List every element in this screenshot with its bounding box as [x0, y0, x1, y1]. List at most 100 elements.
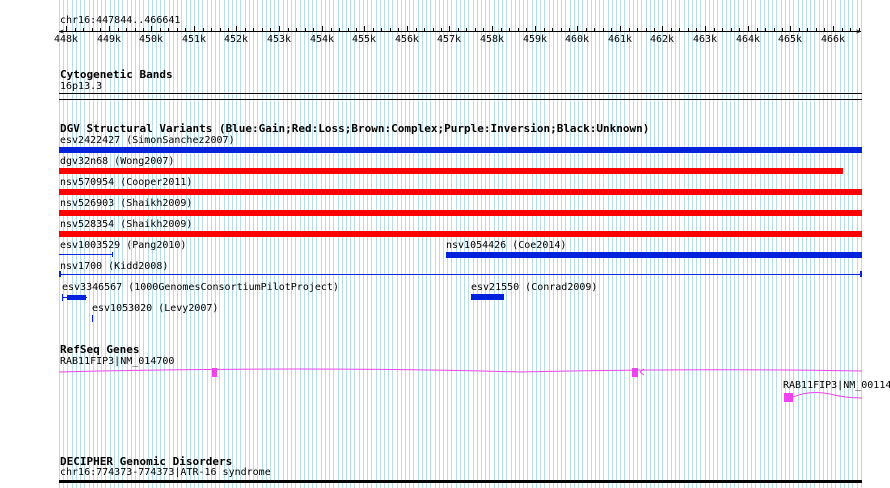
- grid-line: [785, 0, 786, 488]
- ruler-minor-tick: [561, 28, 562, 32]
- ruler-minor-tick: [296, 28, 297, 32]
- grid-line: [810, 0, 811, 488]
- grid-line: [827, 0, 828, 488]
- grid-line: [253, 0, 254, 488]
- grid-line: [823, 0, 824, 488]
- variant-bar-end: [112, 252, 113, 257]
- variant-label[interactable]: esv2422427 (SimonSanchez2007): [60, 135, 235, 147]
- ruler-tick-label: 465k: [777, 34, 803, 45]
- grid-line: [300, 0, 301, 488]
- ruler-tick-label: 448k: [53, 34, 79, 45]
- grid-line: [418, 0, 419, 488]
- ruler-tick: [705, 26, 706, 32]
- ruler-minor-tick: [850, 28, 851, 32]
- variant-bar-gain[interactable]: [92, 315, 93, 322]
- ruler-minor-tick: [458, 28, 459, 32]
- grid-line: [789, 0, 790, 488]
- variant-bar-loss[interactable]: [59, 168, 843, 174]
- variant-bar-loss[interactable]: [59, 231, 862, 237]
- grid-line: [591, 0, 592, 488]
- ruler-tick-label: 459k: [522, 34, 548, 45]
- ruler-tick: [151, 26, 152, 32]
- grid-line: [835, 0, 836, 488]
- ruler-minor-tick: [262, 28, 263, 32]
- ruler-tick-label: 450k: [138, 34, 164, 45]
- grid-line: [346, 0, 347, 488]
- cytoband-track-title[interactable]: Cytogenetic Bands: [60, 68, 173, 81]
- grid-line: [219, 0, 220, 488]
- variant-bar-loss[interactable]: [59, 189, 862, 195]
- grid-line: [236, 0, 237, 488]
- ruler-minor-tick: [433, 28, 434, 32]
- ruler-tick-label: 451k: [181, 34, 207, 45]
- ruler-minor-tick: [373, 28, 374, 32]
- variant-bar-gain[interactable]: [446, 252, 862, 258]
- ruler-minor-tick: [526, 28, 527, 32]
- grid-line: [675, 0, 676, 488]
- variant-label[interactable]: nsv1054426 (Coe2014): [446, 240, 566, 252]
- variant-label[interactable]: esv1053020 (Levy2007): [92, 303, 218, 315]
- grid-line: [747, 0, 748, 488]
- grid-line: [397, 0, 398, 488]
- ruler-minor-tick: [143, 28, 144, 32]
- ruler-minor-tick: [679, 28, 680, 32]
- cytoband-top-line: [59, 93, 862, 94]
- grid-line: [245, 0, 246, 488]
- variant-label[interactable]: nsv570954 (Cooper2011): [60, 177, 192, 189]
- refseq-track-title[interactable]: RefSeq Genes: [60, 343, 139, 356]
- variant-label[interactable]: esv1003529 (Pang2010): [60, 240, 186, 252]
- grid-line: [257, 0, 258, 488]
- variant-label[interactable]: nsv526903 (Shaikh2009): [60, 198, 192, 210]
- decipher-entry-label[interactable]: chr16:774373-774373|ATR-16 syndrome: [60, 467, 271, 479]
- variant-bar-gain[interactable]: [471, 294, 504, 300]
- ruler-minor-tick: [654, 28, 655, 32]
- variant-label[interactable]: dgv32n68 (Wong2007): [60, 156, 174, 168]
- variant-label[interactable]: nsv1700 (Kidd2008): [60, 261, 168, 273]
- decipher-bar[interactable]: [59, 480, 862, 483]
- grid-line: [270, 0, 271, 488]
- grid-line: [198, 0, 199, 488]
- grid-line: [384, 0, 385, 488]
- ruler-tick: [236, 26, 237, 32]
- variant-label[interactable]: esv21550 (Conrad2009): [471, 282, 597, 294]
- grid-line: [426, 0, 427, 488]
- grid-line: [722, 0, 723, 488]
- ruler-tick-label: 464k: [735, 34, 761, 45]
- gene-model-track[interactable]: [0, 360, 890, 410]
- grid-line: [861, 0, 862, 488]
- variant-bar-loss[interactable]: [59, 210, 862, 216]
- grid-line: [316, 0, 317, 488]
- ruler-minor-tick: [586, 28, 587, 32]
- grid-line: [857, 0, 858, 488]
- ruler-tick: [109, 26, 110, 32]
- variant-label[interactable]: esv3346567 (1000GenomesConsortiumPilotPr…: [62, 282, 339, 294]
- grid-line: [764, 0, 765, 488]
- ruler-minor-tick: [569, 28, 570, 32]
- grid-line: [848, 0, 849, 488]
- ruler-tick-label: 463k: [692, 34, 718, 45]
- ruler-minor-tick: [824, 28, 825, 32]
- gene-label[interactable]: RAB11FIP3|NM_00114: [783, 380, 890, 392]
- ruler-minor-tick: [168, 28, 169, 32]
- gene-exon: [784, 393, 793, 402]
- variant-label[interactable]: nsv528354 (Shaikh2009): [60, 219, 192, 231]
- ruler-tick: [790, 26, 791, 32]
- variant-bar-gain[interactable]: [59, 274, 862, 275]
- grid-line: [726, 0, 727, 488]
- grid-line: [304, 0, 305, 488]
- grid-line: [224, 0, 225, 488]
- variant-bar-gain[interactable]: [59, 147, 862, 153]
- ruler-minor-tick: [390, 28, 391, 32]
- gene-intron-line: [58, 368, 863, 373]
- grid-line: [806, 0, 807, 488]
- ruler-tick: [662, 26, 663, 32]
- ruler-minor-tick: [416, 28, 417, 32]
- grid-line: [768, 0, 769, 488]
- ruler-minor-tick: [220, 28, 221, 32]
- dgv-track-title[interactable]: DGV Structural Variants (Blue:Gain;Red:L…: [60, 122, 649, 135]
- ruler-minor-tick: [185, 28, 186, 32]
- ruler-minor-tick: [603, 28, 604, 32]
- gene-exon: [212, 368, 217, 377]
- variant-bar-gain-block: [67, 295, 86, 300]
- variant-bar-gain[interactable]: [59, 254, 113, 255]
